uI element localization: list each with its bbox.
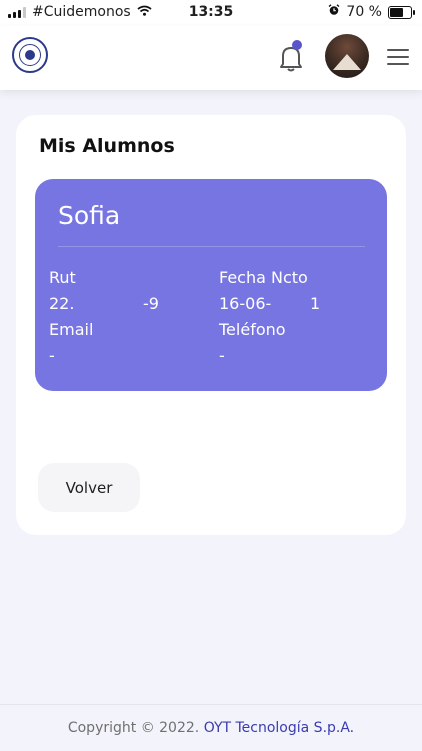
rut-value-end: -9 [143, 294, 159, 313]
hamburger-menu-icon[interactable] [387, 49, 409, 65]
school-crest-icon[interactable] [12, 37, 48, 73]
app-header [0, 26, 422, 90]
birth-date-value-start: 16-06- [219, 294, 272, 313]
students-card: Mis Alumnos Sofia Rut 22. -9 Email - Fec… [16, 115, 406, 535]
student-name: Sofia [58, 201, 121, 230]
copyright-text: Copyright © 2022. [67, 720, 200, 736]
rut-label: Rut [49, 268, 76, 287]
battery-icon [388, 5, 415, 19]
alarm-icon [328, 4, 340, 20]
phone-label: Teléfono [219, 320, 286, 339]
divider [58, 246, 365, 247]
email-label: Email [49, 320, 94, 339]
rut-value-start: 22. [49, 294, 75, 313]
company-link[interactable]: OYT Tecnología S.p.A. [204, 720, 354, 736]
avatar[interactable] [325, 34, 369, 78]
status-right: 70 % [328, 4, 415, 20]
student-card[interactable]: Sofia Rut 22. -9 Email - Fecha Ncto 16-0… [35, 179, 387, 391]
status-bar: #Cuidemonos 13:35 70 % [0, 0, 422, 26]
back-button[interactable]: Volver [38, 463, 140, 512]
birth-date-value-end: 1 [310, 294, 321, 313]
email-value: - [49, 346, 55, 365]
notification-dot [292, 40, 302, 50]
page-title: Mis Alumnos [39, 135, 175, 157]
bell-icon[interactable] [278, 40, 304, 72]
phone-value: - [219, 346, 225, 365]
birth-date-label: Fecha Ncto [219, 268, 308, 287]
battery-percent: 70 % [346, 4, 382, 20]
footer: Copyright © 2022. OYT Tecnología S.p.A. [0, 704, 422, 751]
